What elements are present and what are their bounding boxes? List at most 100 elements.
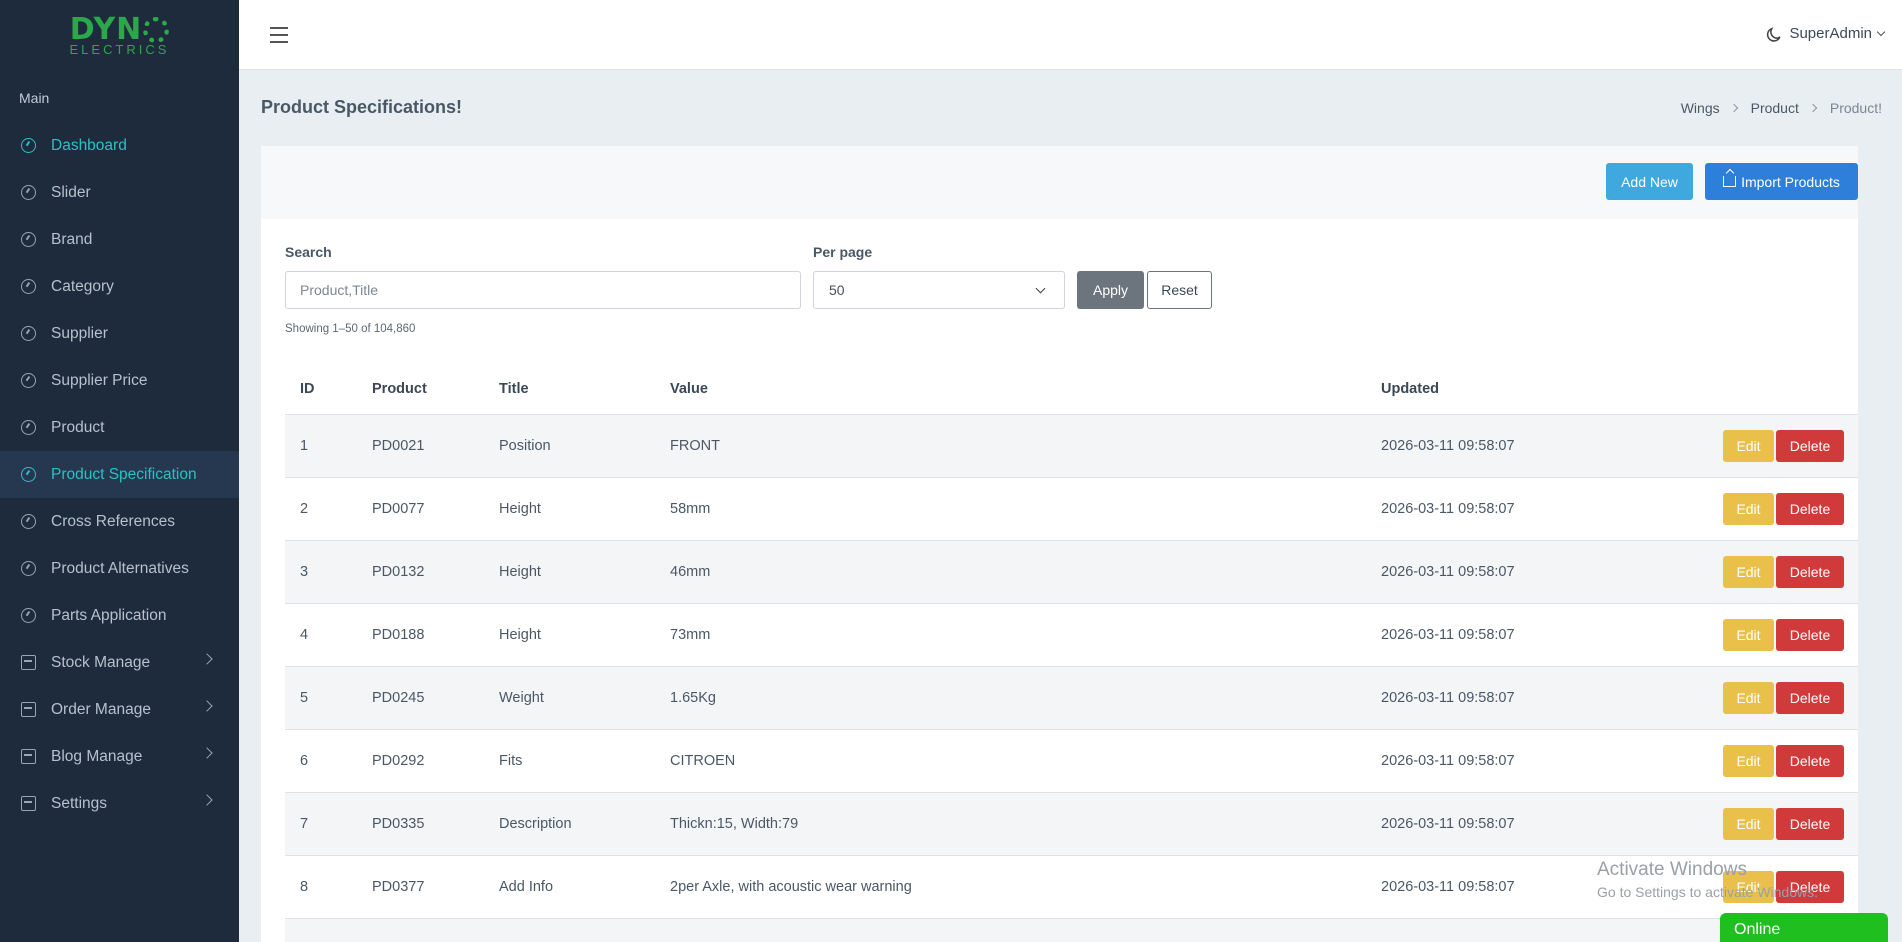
cell-updated: 2026-03-11 09:58:07 (1366, 666, 1696, 730)
delete-button[interactable]: Delete (1776, 807, 1844, 840)
cell-actions: EditDelete (1696, 477, 1858, 541)
cell-updated: 2026-03-11 09:58:07 (1366, 414, 1696, 478)
cell-product: PD0077 (357, 477, 484, 541)
cell-product: PD0021 (357, 414, 484, 478)
sidebar-item-label: Settings (51, 794, 108, 812)
edit-button[interactable]: Edit (1723, 618, 1774, 651)
edit-button[interactable]: Edit (1723, 492, 1774, 525)
sidebar-section-label: Main (19, 90, 50, 106)
per-page-value: 50 (829, 282, 845, 298)
cell-product: PD0410 (357, 918, 484, 942)
cell-value: 2per Axle, with acoustic wear warning (655, 855, 1366, 919)
delete-button[interactable]: Delete (1776, 492, 1844, 525)
dark-mode-moon-icon[interactable] (1765, 26, 1783, 44)
reset-button[interactable]: Reset (1147, 271, 1212, 309)
table-row: 6 PD0292 Fits CITROEN 2026-03-11 09:58:07 Edi… (285, 729, 1858, 793)
sidebar-item-brand[interactable]: Brand (0, 216, 239, 263)
edit-button[interactable]: Edit (1723, 681, 1774, 714)
page-title: Product Specifications! (261, 97, 463, 117)
gauge-icon (21, 467, 36, 482)
sidebar-item-cross-references[interactable]: Cross References (0, 498, 239, 545)
column-header-product: Product (357, 364, 484, 415)
gauge-icon (21, 420, 36, 435)
delete-button[interactable]: Delete (1776, 618, 1844, 651)
import-products-label: Import Products (1741, 173, 1840, 190)
sidebar-item-stock-manage[interactable]: Stock Manage (0, 639, 239, 686)
user-menu[interactable]: SuperAdmin (1789, 25, 1886, 42)
results-count: Showing 1–50 of 104,860 (285, 323, 416, 335)
sidebar-item-blog-manage[interactable]: Blog Manage (0, 733, 239, 780)
cell-id: 5 (285, 666, 357, 730)
cell-title: Weight (484, 666, 655, 730)
cell-updated: 2026-03-11 09:58:07 (1366, 603, 1696, 667)
card-header: Add New Import Products (261, 146, 1858, 219)
sidebar-item-category[interactable]: Category (0, 263, 239, 310)
cell-value: FRONT (655, 414, 1366, 478)
brand-logo[interactable]: DYN ELECTRICS (0, 0, 239, 72)
per-page-select[interactable]: 50 (813, 271, 1065, 309)
delete-button[interactable]: Delete (1776, 429, 1844, 462)
column-header-actions (1696, 364, 1858, 415)
sidebar-item-slider[interactable]: Slider (0, 169, 239, 216)
table-row: 1 PD0021 Position FRONT 2026-03-11 09:58:07 E… (285, 414, 1858, 478)
search-label: Search (285, 244, 332, 260)
apply-button[interactable]: Apply (1077, 271, 1144, 309)
list-icon (21, 796, 36, 811)
windows-activation-watermark: Activate Windows Go to Settings to activ… (1597, 859, 1818, 900)
sidebar-item-label: Brand (51, 230, 93, 248)
online-status-badge[interactable]: Online (1720, 913, 1888, 942)
gauge-icon (21, 185, 36, 200)
sidebar-item-dashboard[interactable]: Dashboard (0, 122, 239, 169)
cell-title: Height (484, 603, 655, 667)
table-row: 3 PD0132 Height 46mm 2026-03-11 09:58:07 Edit… (285, 540, 1858, 604)
add-new-button[interactable]: Add New (1606, 163, 1693, 200)
sidebar-menu: Dashboard Slider Brand Category Supplier Supp… (0, 122, 239, 827)
edit-button[interactable]: Edit (1723, 807, 1774, 840)
edit-button[interactable]: Edit (1723, 744, 1774, 777)
chevron-right-icon (1729, 103, 1738, 113)
sidebar-item-label: Dashboard (51, 136, 127, 154)
cell-id: 3 (285, 540, 357, 604)
delete-button[interactable]: Delete (1776, 681, 1844, 714)
sidebar-item-label: Stock Manage (51, 653, 151, 671)
cell-value: 58mm (655, 477, 1366, 541)
cell-updated: 2026-03-11 09:58:07 (1366, 729, 1696, 793)
edit-button[interactable]: Edit (1723, 555, 1774, 588)
sidebar-item-order-manage[interactable]: Order Manage (0, 686, 239, 733)
sidebar-item-label: Order Manage (51, 700, 151, 718)
breadcrumb-item-wings[interactable]: Wings (1681, 100, 1720, 116)
sidebar-item-product[interactable]: Product (0, 404, 239, 451)
sidebar-item-parts-application[interactable]: Parts Application (0, 592, 239, 639)
sidebar-item-supplier-price[interactable]: Supplier Price (0, 357, 239, 404)
sidebar-item-label: Cross References (51, 512, 176, 530)
chevron-right-icon (201, 700, 213, 712)
cell-product: PD0132 (357, 540, 484, 604)
cell-id: 7 (285, 792, 357, 856)
sidebar-item-supplier[interactable]: Supplier (0, 310, 239, 357)
sidebar-item-product-alternatives[interactable]: Product Alternatives (0, 545, 239, 592)
delete-button[interactable]: Delete (1776, 555, 1844, 588)
cell-product: PD0188 (357, 603, 484, 667)
sidebar-item-settings[interactable]: Settings (0, 780, 239, 827)
user-name: SuperAdmin (1789, 25, 1872, 42)
import-products-button[interactable]: Import Products (1705, 163, 1858, 200)
cell-title: Height (484, 477, 655, 541)
cell-title: Transmission (484, 918, 655, 942)
breadcrumb-item-product[interactable]: Product (1751, 100, 1799, 116)
sidebar-item-product-specification[interactable]: Product Specification (0, 451, 239, 498)
chevron-down-icon (1876, 27, 1886, 37)
delete-button[interactable]: Delete (1776, 744, 1844, 777)
menu-toggle-icon[interactable] (270, 27, 288, 43)
sidebar-item-label: Product Alternatives (51, 559, 189, 577)
cell-updated: 2026-03-11 09:58:07 (1366, 540, 1696, 604)
edit-button[interactable]: Edit (1723, 429, 1774, 462)
search-input[interactable] (285, 271, 801, 309)
cell-title: Fits (484, 729, 655, 793)
gauge-icon (21, 373, 36, 388)
watermark-subtitle: Go to Settings to activate Windows. (1597, 884, 1818, 900)
gauge-icon (21, 326, 36, 341)
cell-value: CITROEN (655, 729, 1366, 793)
cell-id: 1 (285, 414, 357, 478)
table-row: 2 PD0077 Height 58mm 2026-03-11 09:58:07 Edit… (285, 477, 1858, 541)
cell-actions: EditDelete (1696, 729, 1858, 793)
